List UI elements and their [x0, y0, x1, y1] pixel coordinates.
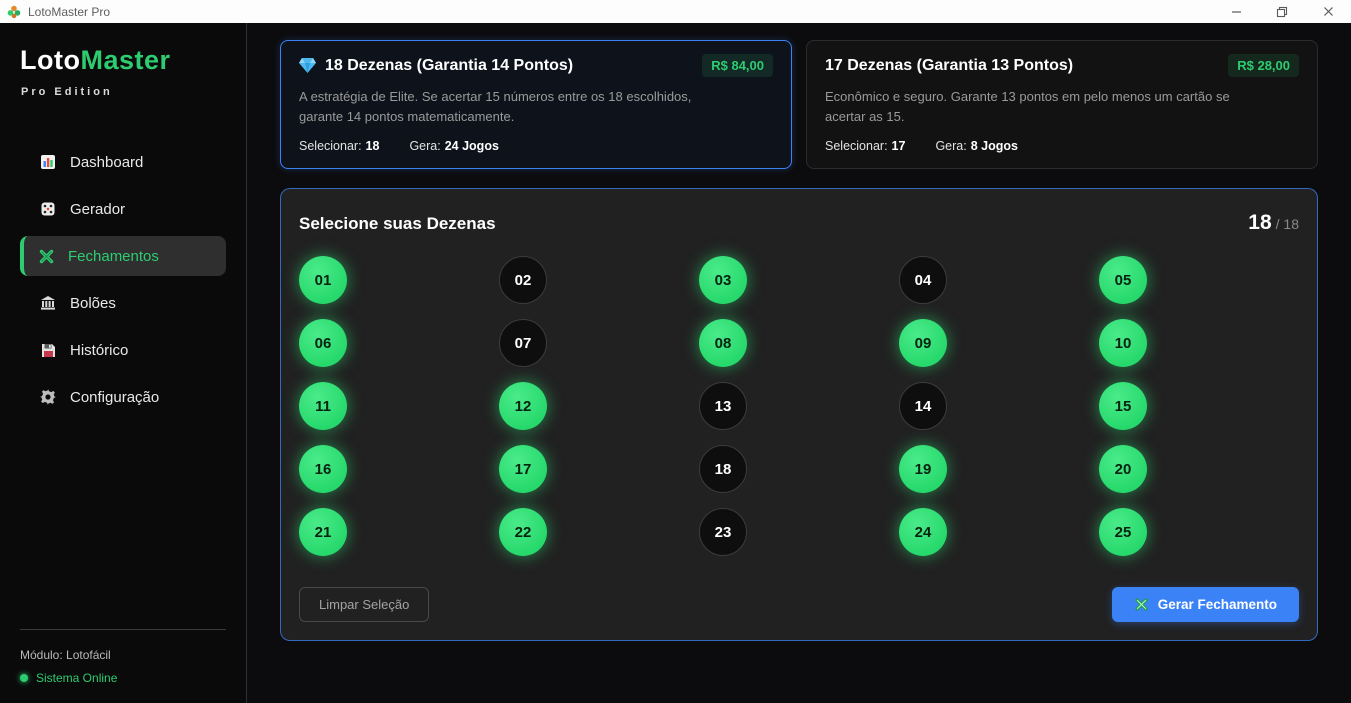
floppy-icon [39, 341, 57, 359]
strategy-cards: 18 Dezenas (Garantia 14 Pontos) R$ 84,00… [280, 40, 1318, 169]
card-17-dezenas[interactable]: 17 Dezenas (Garantia 13 Pontos) R$ 28,00… [806, 40, 1318, 169]
number-ball-01[interactable]: 01 [299, 256, 347, 304]
gear-icon [39, 388, 57, 406]
sidebar-item-dashboard[interactable]: Dashboard [20, 142, 226, 182]
logo-part1: Loto [20, 45, 80, 75]
sidebar-item-historico[interactable]: Histórico [20, 330, 226, 370]
sidebar-item-boloes[interactable]: Bolões [20, 283, 226, 323]
restore-icon [1276, 6, 1288, 18]
number-ball-23[interactable]: 23 [699, 508, 747, 556]
module-label: Módulo: Lotofácil [20, 648, 226, 662]
select-label: Selecionar: [825, 139, 888, 153]
number-ball-18[interactable]: 18 [699, 445, 747, 493]
card-description: A estratégia de Elite. Se acertar 15 núm… [299, 87, 735, 127]
number-ball-02[interactable]: 02 [499, 256, 547, 304]
logo-part2: Master [80, 45, 170, 75]
gera-label: Gera: [935, 139, 966, 153]
dice-icon [39, 200, 57, 218]
sidebar: LotoMaster Pro Edition Dashboard Gerador [0, 23, 247, 703]
select-value: 18 [366, 139, 380, 153]
close-icon [1323, 6, 1334, 17]
generate-button-label: Gerar Fechamento [1158, 597, 1277, 612]
count-selected: 18 [1248, 211, 1271, 234]
bar-chart-icon [39, 153, 57, 171]
number-ball-25[interactable]: 25 [1099, 508, 1147, 556]
selection-counter: 18 / 18 [1248, 211, 1299, 235]
number-ball-14[interactable]: 14 [899, 382, 947, 430]
panel-title: Selecione suas Dezenas [299, 214, 496, 234]
number-ball-17[interactable]: 17 [499, 445, 547, 493]
status-label: Sistema Online [36, 671, 117, 685]
number-ball-24[interactable]: 24 [899, 508, 947, 556]
sidebar-footer: Módulo: Lotofácil Sistema Online [20, 629, 226, 685]
system-status: Sistema Online [20, 671, 226, 685]
sidebar-item-label: Gerador [70, 201, 125, 218]
number-grid: 01 02 03 04 05 06 07 08 09 10 11 12 13 14 15 16 17 18 19 20… [299, 256, 1299, 556]
price-badge: R$ 84,00 [702, 54, 773, 77]
sidebar-item-label: Fechamentos [68, 248, 159, 265]
app-clover-icon [7, 5, 21, 19]
number-ball-19[interactable]: 19 [899, 445, 947, 493]
window-titlebar: LotoMaster Pro [0, 0, 1351, 23]
count-total: / 18 [1276, 216, 1299, 232]
gera-value: 24 Jogos [445, 139, 499, 153]
diamond-icon [299, 58, 316, 73]
number-ball-05[interactable]: 05 [1099, 256, 1147, 304]
generate-fechamento-button[interactable]: Gerar Fechamento [1112, 587, 1299, 622]
card-meta: Selecionar: 18 Gera: 24 Jogos [299, 139, 773, 153]
number-ball-07[interactable]: 07 [499, 319, 547, 367]
panel-footer: Limpar Seleção Gerar Fechamento [299, 587, 1299, 622]
number-ball-21[interactable]: 21 [299, 508, 347, 556]
number-ball-16[interactable]: 16 [299, 445, 347, 493]
number-ball-20[interactable]: 20 [1099, 445, 1147, 493]
card-meta: Selecionar: 17 Gera: 8 Jogos [825, 139, 1299, 153]
card-title: 18 Dezenas (Garantia 14 Pontos) [325, 57, 573, 75]
main-content: 18 Dezenas (Garantia 14 Pontos) R$ 84,00… [247, 23, 1351, 703]
number-ball-11[interactable]: 11 [299, 382, 347, 430]
sidebar-item-label: Histórico [70, 342, 128, 359]
sidebar-nav: Dashboard Gerador Fechamentos Bolões [0, 142, 246, 417]
number-ball-03[interactable]: 03 [699, 256, 747, 304]
sidebar-item-configuracao[interactable]: Configuração [20, 377, 226, 417]
number-ball-22[interactable]: 22 [499, 508, 547, 556]
card-description: Econômico e seguro. Garante 13 pontos em… [825, 87, 1261, 127]
card-title: 17 Dezenas (Garantia 13 Pontos) [825, 57, 1073, 75]
logo-subtitle: Pro Edition [0, 86, 246, 98]
sidebar-item-label: Configuração [70, 389, 159, 406]
number-ball-08[interactable]: 08 [699, 319, 747, 367]
select-value: 17 [892, 139, 906, 153]
sidebar-item-fechamentos[interactable]: Fechamentos [20, 236, 226, 276]
sidebar-item-gerador[interactable]: Gerador [20, 189, 226, 229]
card-18-dezenas[interactable]: 18 Dezenas (Garantia 14 Pontos) R$ 84,00… [280, 40, 792, 169]
clear-selection-button[interactable]: Limpar Seleção [299, 587, 429, 622]
gera-label: Gera: [409, 139, 440, 153]
app-logo: LotoMaster [0, 45, 246, 76]
selection-panel: Selecione suas Dezenas 18 / 18 01 02 03 04 05… [280, 188, 1318, 641]
sidebar-item-label: Dashboard [70, 154, 143, 171]
bank-icon [39, 294, 57, 312]
number-ball-12[interactable]: 12 [499, 382, 547, 430]
select-label: Selecionar: [299, 139, 362, 153]
number-ball-04[interactable]: 04 [899, 256, 947, 304]
number-ball-15[interactable]: 15 [1099, 382, 1147, 430]
number-ball-09[interactable]: 09 [899, 319, 947, 367]
minimize-button[interactable] [1213, 0, 1259, 23]
restore-button[interactable] [1259, 0, 1305, 23]
sidebar-item-label: Bolões [70, 295, 116, 312]
number-ball-10[interactable]: 10 [1099, 319, 1147, 367]
number-ball-13[interactable]: 13 [699, 382, 747, 430]
green-cross-icon [37, 247, 55, 265]
gera-value: 8 Jogos [971, 139, 1018, 153]
number-ball-06[interactable]: 06 [299, 319, 347, 367]
price-badge: R$ 28,00 [1228, 54, 1299, 77]
minimize-icon [1231, 6, 1242, 17]
online-dot-icon [20, 674, 28, 682]
window-title: LotoMaster Pro [28, 5, 110, 19]
green-cross-icon [1134, 597, 1149, 612]
close-button[interactable] [1305, 0, 1351, 23]
